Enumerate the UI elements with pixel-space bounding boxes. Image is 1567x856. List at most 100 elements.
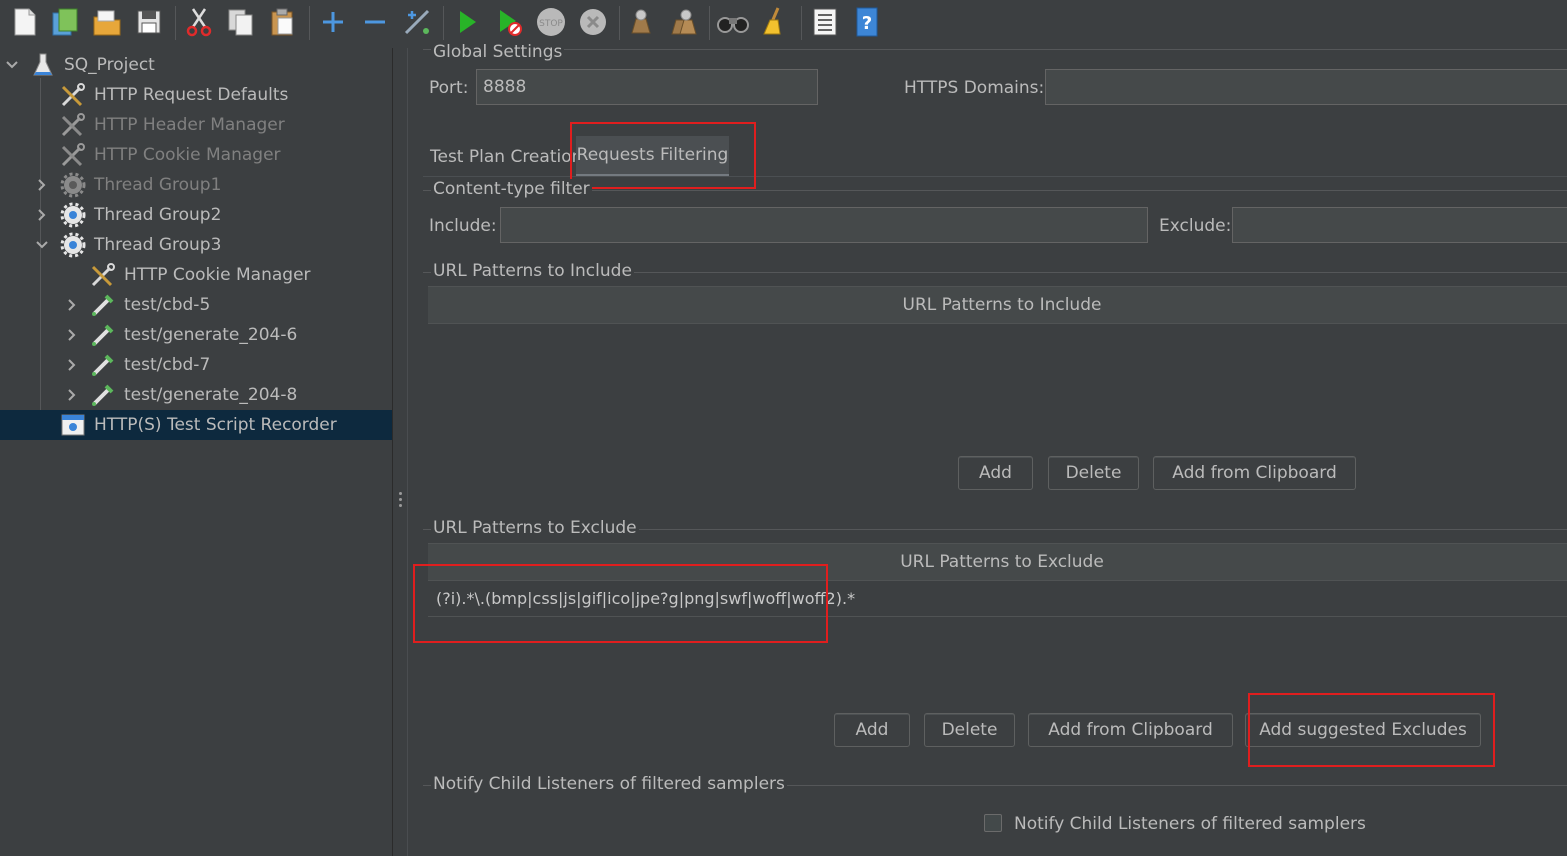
help-icon[interactable]: ? xyxy=(850,4,884,40)
tree-node-http-header-manager[interactable]: HTTP Header Manager xyxy=(0,110,392,140)
exclude-delete-button[interactable]: Delete xyxy=(924,713,1015,747)
table-row[interactable]: (?i).*\.(bmp|css|js|gif|ico|jpe?g|png|sw… xyxy=(428,581,1567,617)
cut-icon[interactable] xyxy=(182,4,216,40)
config-tools-icon xyxy=(60,142,86,168)
include-add-button[interactable]: Add xyxy=(958,456,1033,490)
tree-node-label: HTTP Header Manager xyxy=(94,115,285,135)
chevron-right-icon[interactable] xyxy=(65,358,79,372)
search-icon[interactable] xyxy=(716,4,750,40)
include-add-from-clipboard-button[interactable]: Add from Clipboard xyxy=(1153,456,1356,490)
open-icon[interactable] xyxy=(90,4,124,40)
clear-all-icon[interactable] xyxy=(666,4,700,40)
chevron-right-icon[interactable] xyxy=(35,178,49,192)
function-helper-icon[interactable] xyxy=(808,4,842,40)
collapse-icon[interactable] xyxy=(358,4,392,40)
exclude-add-from-clipboard-button[interactable]: Add from Clipboard xyxy=(1028,713,1233,747)
tree-node-http-cookie-manager-2[interactable]: HTTP Cookie Manager xyxy=(0,260,392,290)
tree-node-label: test/cbd-7 xyxy=(124,355,211,375)
tree-node-label: test/generate_204-8 xyxy=(124,385,298,405)
tree-node-label: Thread Group3 xyxy=(94,235,222,255)
recorder-icon xyxy=(60,412,86,438)
chevron-right-icon[interactable] xyxy=(35,208,49,222)
tree-node-sampler[interactable]: test/cbd-5 xyxy=(0,290,392,320)
include-patterns-column-header[interactable]: URL Patterns to Include xyxy=(428,286,1567,324)
include-patterns-table[interactable] xyxy=(428,324,1567,444)
paste-icon[interactable] xyxy=(266,4,300,40)
include-patterns-title: URL Patterns to Include xyxy=(431,261,634,281)
copy-icon[interactable] xyxy=(224,4,258,40)
notify-listeners-checkbox[interactable] xyxy=(984,814,1002,832)
exclude-label: Exclude: xyxy=(1159,216,1232,236)
tree-node-label: HTTP(S) Test Script Recorder xyxy=(94,415,337,435)
start-no-pauses-icon[interactable] xyxy=(492,4,526,40)
chevron-right-icon[interactable] xyxy=(65,298,79,312)
toggle-icon[interactable] xyxy=(400,4,434,40)
include-label: Include: xyxy=(429,216,497,236)
main-toolbar: STOP ? xyxy=(0,0,1567,46)
port-label: Port: xyxy=(429,78,469,98)
content-type-filter-title: Content-type filter xyxy=(431,179,592,199)
port-input[interactable]: 8888 xyxy=(476,69,818,105)
tree-node-sampler[interactable]: test/generate_204-8 xyxy=(0,380,392,410)
svg-text:STOP: STOP xyxy=(539,19,563,29)
chevron-right-icon[interactable] xyxy=(65,328,79,342)
expand-icon[interactable] xyxy=(316,4,350,40)
gear-icon xyxy=(60,232,86,258)
chevron-down-icon[interactable] xyxy=(35,238,49,252)
stop-icon[interactable]: STOP xyxy=(534,4,568,40)
new-icon[interactable] xyxy=(8,4,42,40)
config-tools-icon xyxy=(60,82,86,108)
shutdown-icon[interactable] xyxy=(576,4,610,40)
config-tools-icon xyxy=(90,262,116,288)
exclude-add-button[interactable]: Add xyxy=(834,713,910,747)
notify-listeners-label[interactable]: Notify Child Listeners of filtered sampl… xyxy=(1014,814,1366,834)
exclude-patterns-column-header[interactable]: URL Patterns to Exclude xyxy=(428,543,1567,581)
tree-node-http-cookie-manager[interactable]: HTTP Cookie Manager xyxy=(0,140,392,170)
tree-node-label: HTTP Cookie Manager xyxy=(124,265,311,285)
https-domains-input[interactable] xyxy=(1045,69,1567,105)
clear-icon[interactable] xyxy=(624,4,658,40)
tree-node-label: Thread Group2 xyxy=(94,205,222,225)
templates-icon[interactable] xyxy=(48,4,82,40)
pipette-icon xyxy=(90,382,116,408)
chevron-down-icon[interactable] xyxy=(5,58,19,72)
tree-node-http-request-defaults[interactable]: HTTP Request Defaults xyxy=(0,80,392,110)
chevron-right-icon[interactable] xyxy=(65,388,79,402)
tree-node-label: test/generate_204-6 xyxy=(124,325,298,345)
tree-node-sampler[interactable]: test/cbd-7 xyxy=(0,350,392,380)
tree-node-label: test/cbd-5 xyxy=(124,295,211,315)
test-plan-tree: SQ_Project HTTP Request Defaults HTTP He… xyxy=(0,48,392,856)
split-pane-divider[interactable] xyxy=(392,48,408,856)
save-icon[interactable] xyxy=(132,4,166,40)
reset-search-icon[interactable] xyxy=(758,4,792,40)
gear-icon xyxy=(60,202,86,228)
pipette-icon xyxy=(90,352,116,378)
exclude-pattern-cell[interactable]: (?i).*\.(bmp|css|js|gif|ico|jpe?g|png|sw… xyxy=(428,589,855,608)
tree-node-sampler[interactable]: test/generate_204-6 xyxy=(0,320,392,350)
tree-node-label: Thread Group1 xyxy=(94,175,222,195)
https-domains-label: HTTPS Domains: xyxy=(904,78,1045,98)
tree-node-recorder[interactable]: HTTP(S) Test Script Recorder xyxy=(0,410,392,440)
config-tools-icon xyxy=(60,112,86,138)
notify-listeners-title: Notify Child Listeners of filtered sampl… xyxy=(431,774,787,794)
include-delete-button[interactable]: Delete xyxy=(1048,456,1139,490)
add-suggested-excludes-button[interactable]: Add suggested Excludes xyxy=(1245,713,1481,747)
tree-node-label: SQ_Project xyxy=(64,55,155,75)
start-icon[interactable] xyxy=(450,4,484,40)
content-type-exclude-input[interactable] xyxy=(1232,207,1567,243)
content-type-include-input[interactable] xyxy=(500,207,1148,243)
tree-node-thread-group1[interactable]: Thread Group1 xyxy=(0,170,392,200)
pipette-icon xyxy=(90,322,116,348)
tree-node-thread-group2[interactable]: Thread Group2 xyxy=(0,200,392,230)
tree-node-test-plan[interactable]: SQ_Project xyxy=(0,50,392,80)
tab-requests-filtering[interactable]: Requests Filtering xyxy=(576,136,729,177)
global-settings-title: Global Settings xyxy=(431,42,565,62)
exclude-patterns-title: URL Patterns to Exclude xyxy=(431,518,639,538)
tree-node-thread-group3[interactable]: Thread Group3 xyxy=(0,230,392,260)
test-plan-icon xyxy=(30,52,56,78)
tree-node-label: HTTP Cookie Manager xyxy=(94,145,281,165)
svg-text:?: ? xyxy=(862,13,872,34)
pipette-icon xyxy=(90,292,116,318)
gear-icon xyxy=(60,172,86,198)
tab-test-plan-creation[interactable]: Test Plan Creation xyxy=(430,147,582,167)
